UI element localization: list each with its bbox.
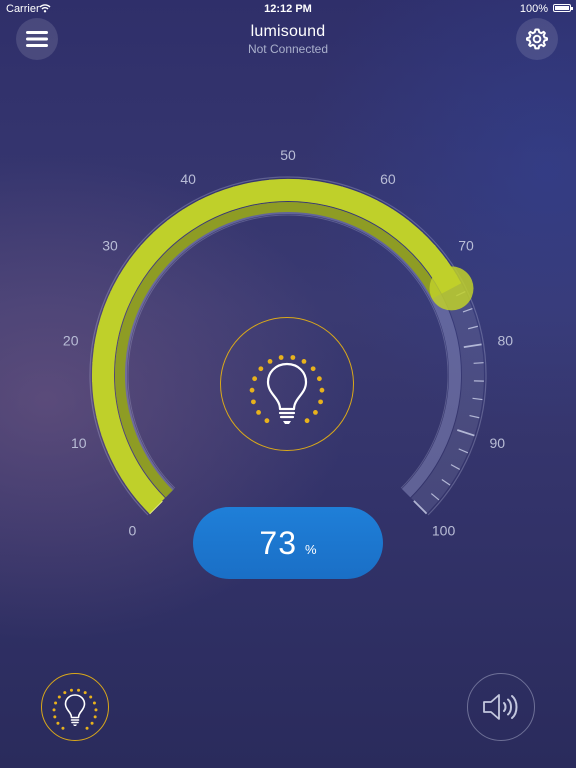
light-ray-dot bbox=[319, 387, 325, 393]
battery-icon bbox=[553, 4, 573, 12]
light-ray-dot bbox=[301, 358, 307, 364]
light-ray-dot bbox=[92, 701, 96, 705]
dial-tick-label: 80 bbox=[498, 333, 514, 349]
light-ray-dot bbox=[316, 376, 322, 382]
light-ray-dot bbox=[54, 701, 58, 705]
dial-tick-label: 90 bbox=[489, 435, 505, 451]
battery-percent: 100% bbox=[519, 3, 548, 15]
dial-tick-label: 100 bbox=[432, 523, 456, 539]
light-ray-dot bbox=[69, 688, 73, 692]
light-ray-dot bbox=[52, 708, 56, 712]
speaker-icon bbox=[483, 694, 518, 720]
light-ray-dot bbox=[304, 418, 310, 424]
light-ray-dot bbox=[83, 691, 87, 695]
light-ray-dot bbox=[93, 715, 97, 719]
light-ray-dot bbox=[310, 366, 316, 372]
light-ray-dot bbox=[85, 726, 89, 730]
light-ray-dot bbox=[267, 358, 273, 364]
lightbulb-icon bbox=[52, 688, 98, 730]
light-ray-dot bbox=[61, 726, 65, 730]
dial-tick-label: 40 bbox=[180, 171, 196, 187]
light-ray-dot bbox=[53, 715, 57, 719]
light-ray-dot bbox=[63, 691, 67, 695]
dial-tick bbox=[473, 362, 484, 364]
brightness-value-display: 73 % bbox=[193, 507, 383, 579]
brightness-value: 73 bbox=[259, 525, 298, 561]
light-ray-dot bbox=[258, 366, 264, 372]
dial-tick-label: 70 bbox=[458, 238, 474, 254]
light-ray-dot bbox=[94, 708, 98, 712]
light-ray-dot bbox=[57, 695, 61, 699]
light-ray-dot bbox=[89, 695, 93, 699]
light-ray-dot bbox=[278, 355, 284, 360]
center-bulb-display bbox=[220, 317, 354, 451]
status-time: 12:12 PM bbox=[264, 3, 312, 15]
dial-tick-label: 30 bbox=[102, 238, 118, 254]
light-ray-dot bbox=[90, 721, 94, 725]
settings-button[interactable] bbox=[516, 18, 558, 60]
light-ray-dot bbox=[290, 355, 296, 360]
dial-tick-label: 60 bbox=[380, 171, 396, 187]
light-ray-dot bbox=[264, 418, 270, 424]
dial-tick-label: 50 bbox=[280, 150, 296, 163]
app-title: lumisound bbox=[250, 23, 326, 40]
brightness-unit: % bbox=[305, 542, 317, 557]
dial-knob[interactable] bbox=[429, 266, 474, 311]
dial-tick-label: 10 bbox=[71, 435, 87, 451]
lightbulb-icon bbox=[249, 355, 325, 424]
light-ray-dot bbox=[249, 387, 255, 393]
light-ray-dot bbox=[318, 399, 323, 405]
status-bar: Carrier 12:12 PM 100% bbox=[0, 0, 576, 18]
light-mode-button[interactable] bbox=[41, 673, 109, 741]
sound-mode-button[interactable] bbox=[467, 673, 535, 741]
light-ray-dot bbox=[251, 399, 256, 405]
gear-icon bbox=[526, 28, 548, 50]
light-ray-dot bbox=[256, 410, 261, 415]
light-ray-dot bbox=[77, 688, 81, 692]
light-ray-dot bbox=[56, 721, 60, 725]
connection-status: Not Connected bbox=[247, 42, 329, 56]
light-ray-dot bbox=[252, 376, 258, 382]
dial-tick-label: 0 bbox=[129, 523, 137, 539]
dial-tick-label: 20 bbox=[63, 333, 79, 349]
light-ray-dot bbox=[313, 410, 318, 415]
